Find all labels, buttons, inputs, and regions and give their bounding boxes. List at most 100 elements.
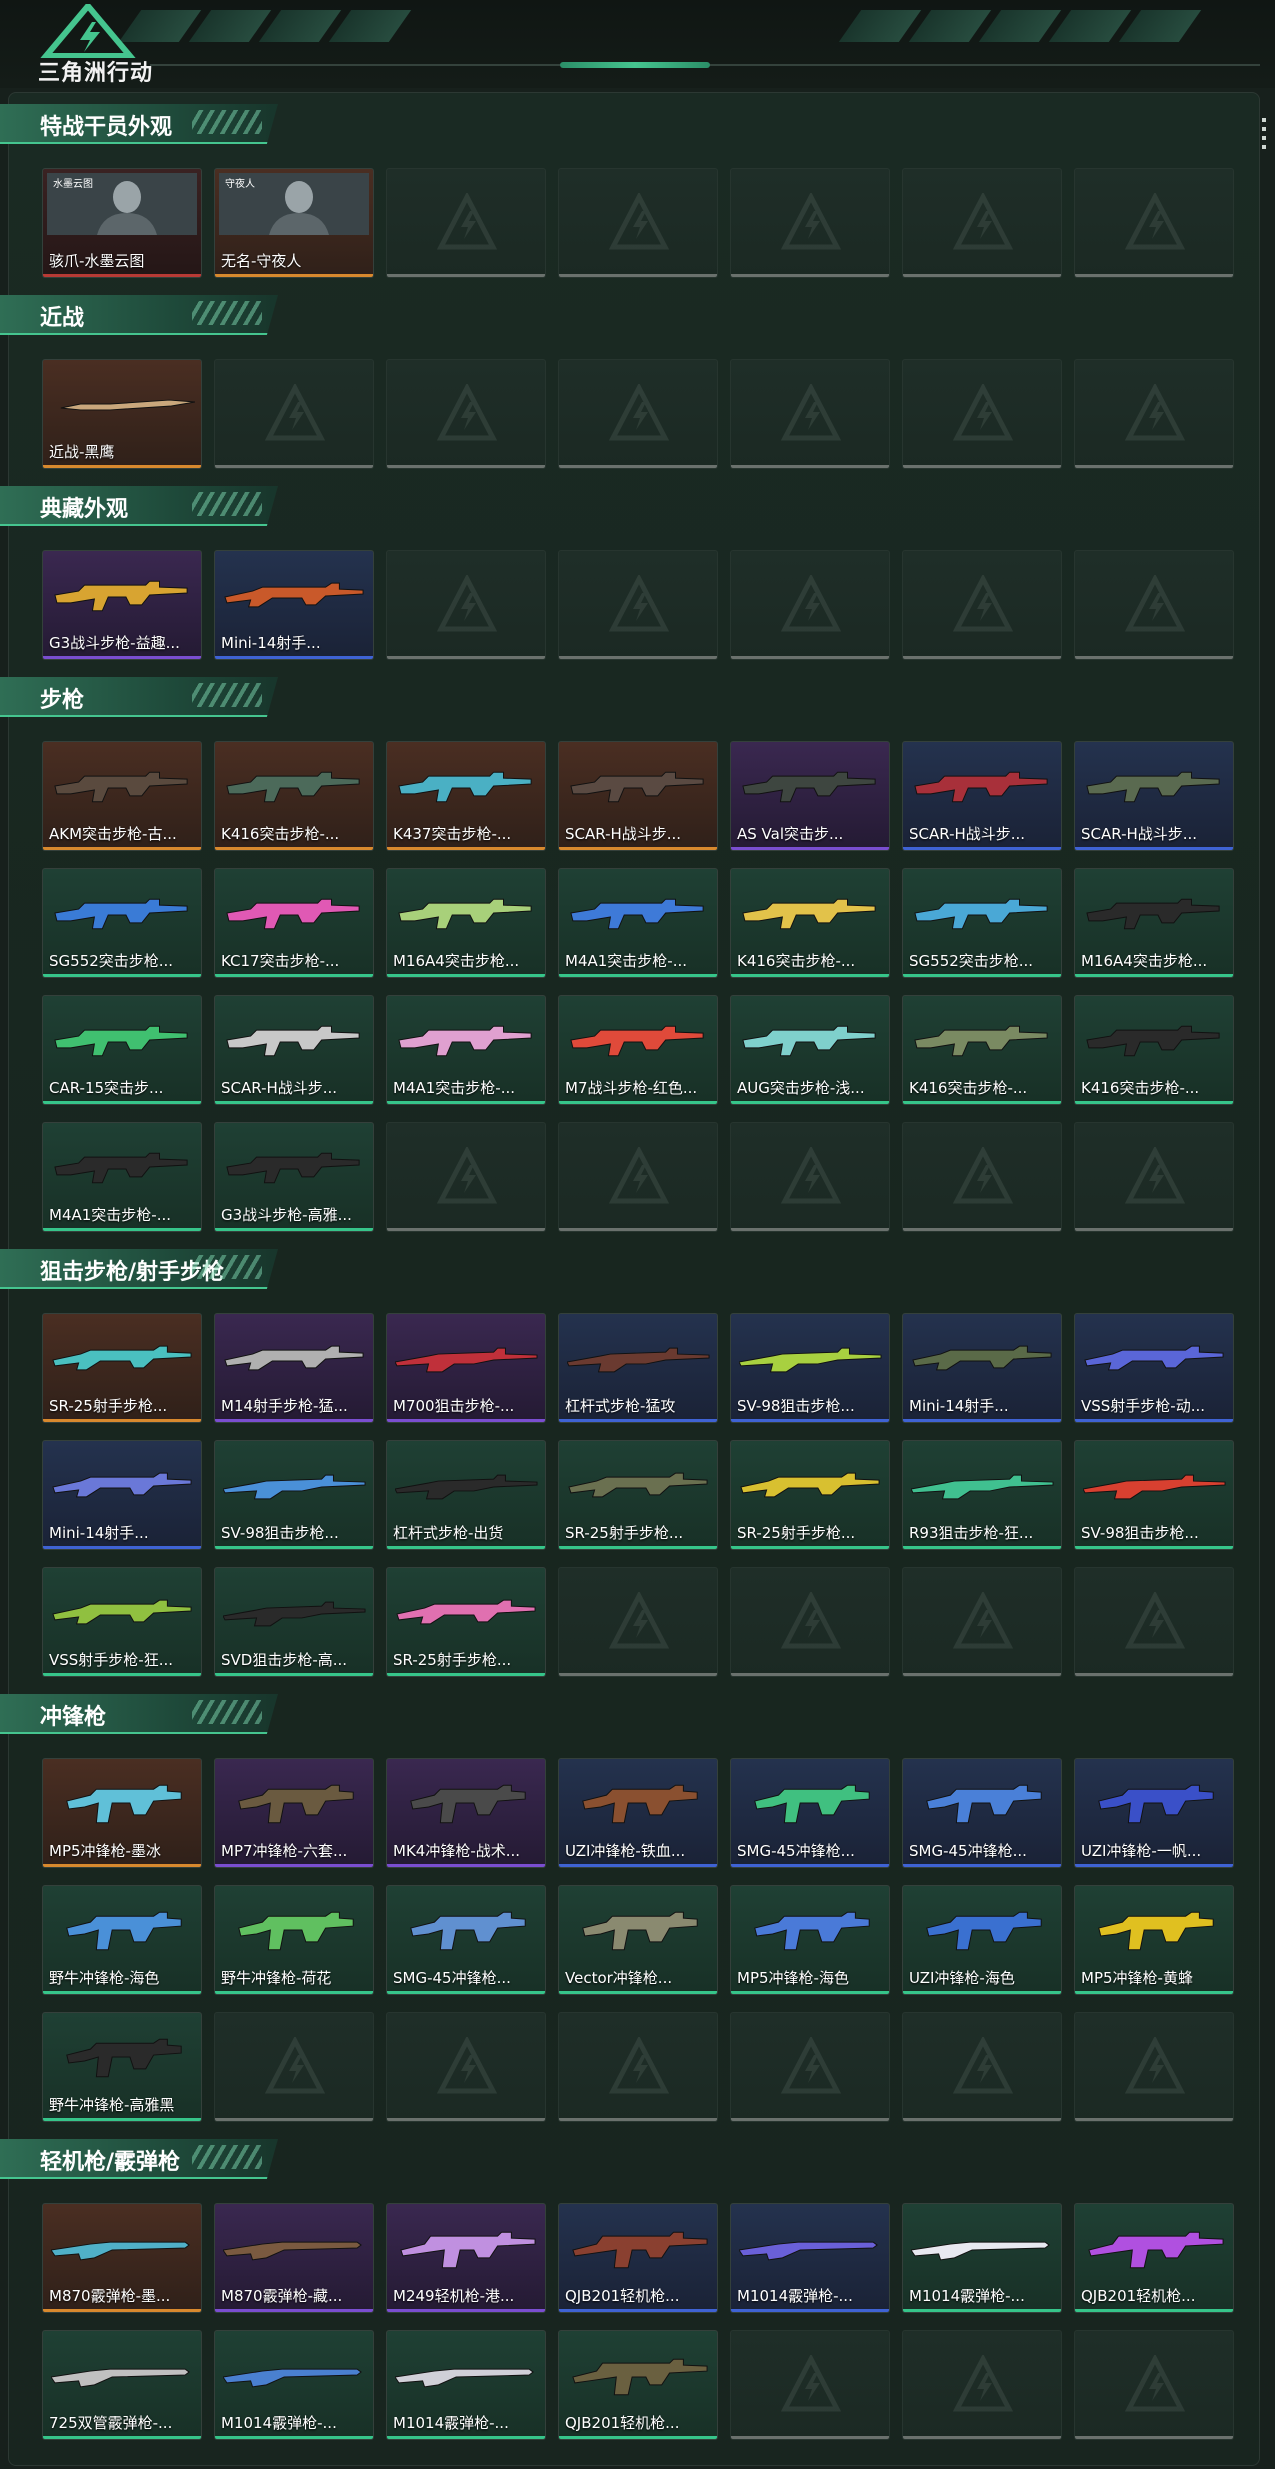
skin-card[interactable]: UZI冲锋枪-海色 [902, 1885, 1062, 1995]
skin-card[interactable]: CAR-15突击步... [42, 995, 202, 1105]
skin-card[interactable]: MK4冲锋枪-战术... [386, 1758, 546, 1868]
skin-card[interactable]: SCAR-H战斗步... [558, 741, 718, 851]
skin-card[interactable]: M16A4突击步枪... [1074, 868, 1234, 978]
section-header: 狙击步枪/射手步枪 [0, 1249, 278, 1289]
skin-card[interactable]: M4A1突击步枪-... [558, 868, 718, 978]
skin-card[interactable]: M4A1突击步枪-... [42, 1122, 202, 1232]
skin-card[interactable]: SCAR-H战斗步... [214, 995, 374, 1105]
skin-card[interactable]: QJB201轻机枪... [1074, 2203, 1234, 2313]
empty-slot-bar [1075, 465, 1233, 468]
skin-card[interactable]: VSS射手步枪-狂... [42, 1567, 202, 1677]
skin-card[interactable]: G3战斗步枪-高雅... [214, 1122, 374, 1232]
skin-card[interactable]: M1014霰弹枪-... [386, 2330, 546, 2440]
section-header: 轻机枪/霰弹枪 [0, 2139, 278, 2179]
skin-card[interactable]: SR-25射手步枪... [42, 1313, 202, 1423]
skin-card[interactable]: M870霰弹枪-藏... [214, 2203, 374, 2313]
skin-card[interactable]: K437突击步枪-... [386, 741, 546, 851]
skin-card[interactable]: 野牛冲锋枪-海色 [42, 1885, 202, 1995]
skin-card[interactable]: QJB201轻机枪... [558, 2330, 718, 2440]
skin-card[interactable]: M16A4突击步枪... [386, 868, 546, 978]
skin-card[interactable]: SG552突击步枪... [902, 868, 1062, 978]
smg-icon [66, 1911, 182, 1951]
skin-card[interactable]: 野牛冲锋枪-荷花 [214, 1885, 374, 1995]
skin-card[interactable]: AS Val突击步... [730, 741, 890, 851]
section-header: 步枪 [0, 677, 278, 717]
skin-name: MP5冲锋枪-黄蜂 [1081, 1969, 1193, 1987]
skin-card[interactable]: 杠杆式步枪-出货 [386, 1440, 546, 1550]
skin-card[interactable]: 守夜人 无名-守夜人 [214, 168, 374, 278]
shotgun-icon [911, 2241, 1050, 2261]
skin-card[interactable]: SR-25射手步枪... [730, 1440, 890, 1550]
skin-card[interactable]: MP5冲锋枪-黄蜂 [1074, 1885, 1234, 1995]
scroll-handle[interactable] [1262, 118, 1266, 154]
skin-card[interactable]: SR-25射手步枪... [386, 1567, 546, 1677]
skin-card[interactable]: 725双管霰弹枪-... [42, 2330, 202, 2440]
skin-card[interactable]: 水墨云图 骇爪-水墨云图 [42, 168, 202, 278]
skin-card[interactable]: AUG突击步枪-浅... [730, 995, 890, 1105]
skin-name: AUG突击步枪-浅... [737, 1079, 865, 1097]
skin-card[interactable]: SCAR-H战斗步... [902, 741, 1062, 851]
rifle-icon [226, 898, 360, 930]
delta-watermark-icon [953, 1147, 1013, 1204]
empty-slot-bar [903, 274, 1061, 277]
skin-card[interactable]: M14射手步枪-猛... [214, 1313, 374, 1423]
empty-slot-bar [1075, 2436, 1233, 2439]
skin-card[interactable]: M4A1突击步枪-... [386, 995, 546, 1105]
rarity-bar [215, 2309, 373, 2312]
skin-card[interactable]: M1014霰弹枪-... [730, 2203, 890, 2313]
skin-name: M7战斗步枪-红色... [565, 1079, 698, 1097]
skin-card[interactable]: K416突击步枪-... [214, 741, 374, 851]
skin-card[interactable]: M1014霰弹枪-... [902, 2203, 1062, 2313]
skin-card[interactable]: Mini-14射手... [902, 1313, 1062, 1423]
skin-card[interactable]: SMG-45冲锋枪... [730, 1758, 890, 1868]
skin-card[interactable]: SV-98狙击步枪... [214, 1440, 374, 1550]
skin-card[interactable]: VSS射手步枪-动... [1074, 1313, 1234, 1423]
skin-card[interactable]: UZI冲锋枪-铁血... [558, 1758, 718, 1868]
lmg-icon [572, 2358, 708, 2396]
sniper-icon [395, 1347, 538, 1373]
skin-card[interactable]: KC17突击步枪-... [214, 868, 374, 978]
skin-card[interactable]: MP5冲锋枪-墨冰 [42, 1758, 202, 1868]
skin-card[interactable]: K416突击步枪-... [730, 868, 890, 978]
skin-card[interactable]: K416突击步枪-... [1074, 995, 1234, 1105]
empty-slot [902, 1122, 1062, 1232]
skin-card[interactable]: SMG-45冲锋枪... [386, 1885, 546, 1995]
skin-name: SV-98狙击步枪... [737, 1397, 855, 1415]
skin-card[interactable]: SCAR-H战斗步... [1074, 741, 1234, 851]
skin-card[interactable]: M7战斗步枪-红色... [558, 995, 718, 1105]
skin-card[interactable]: MP7冲锋枪-六套... [214, 1758, 374, 1868]
skin-card[interactable]: M700狙击步枪-... [386, 1313, 546, 1423]
empty-slot-bar [1075, 1673, 1233, 1676]
skin-card[interactable]: SG552突击步枪... [42, 868, 202, 978]
skin-card[interactable]: SV-98狙击步枪... [1074, 1440, 1234, 1550]
skin-card[interactable]: M870霰弹枪-墨... [42, 2203, 202, 2313]
skin-card[interactable]: SV-98狙击步枪... [730, 1313, 890, 1423]
skin-card[interactable]: G3战斗步枪-益趣... [42, 550, 202, 660]
skin-name: MP5冲锋枪-墨冰 [49, 1842, 161, 1860]
skin-card[interactable]: SMG-45冲锋枪... [902, 1758, 1062, 1868]
skin-name: K416突击步枪-... [737, 952, 856, 970]
skin-card[interactable]: UZI冲锋枪-一帆... [1074, 1758, 1234, 1868]
skin-card[interactable]: M1014霰弹枪-... [214, 2330, 374, 2440]
delta-watermark-icon [1125, 575, 1185, 632]
skin-card[interactable]: R93狙击步枪-狂... [902, 1440, 1062, 1550]
skin-card[interactable]: QJB201轻机枪... [558, 2203, 718, 2313]
empty-slot [730, 359, 890, 469]
skin-card[interactable]: K416突击步枪-... [902, 995, 1062, 1105]
delta-watermark-icon [781, 575, 841, 632]
skin-card[interactable]: MP5冲锋枪-海色 [730, 1885, 890, 1995]
skin-card[interactable]: Mini-14射手... [42, 1440, 202, 1550]
skin-card[interactable]: 杠杆式步枪-猛攻 [558, 1313, 718, 1423]
skin-card[interactable]: Mini-14射手... [214, 550, 374, 660]
empty-slot-bar [1075, 274, 1233, 277]
skin-card[interactable]: Vector冲锋枪... [558, 1885, 718, 1995]
sniper-icon [567, 1347, 710, 1373]
skin-card[interactable]: M249轻机枪-港... [386, 2203, 546, 2313]
skin-card[interactable]: AKM突击步枪-古... [42, 741, 202, 851]
empty-slot-bar [559, 1228, 717, 1231]
skin-card[interactable]: SVD狙击步枪-高... [214, 1567, 374, 1677]
rifle-icon [742, 1025, 876, 1057]
skin-card[interactable]: 野牛冲锋枪-高雅黑 [42, 2012, 202, 2122]
skin-card[interactable]: SR-25射手步枪... [558, 1440, 718, 1550]
skin-card[interactable]: 近战-黑鹰 [42, 359, 202, 469]
